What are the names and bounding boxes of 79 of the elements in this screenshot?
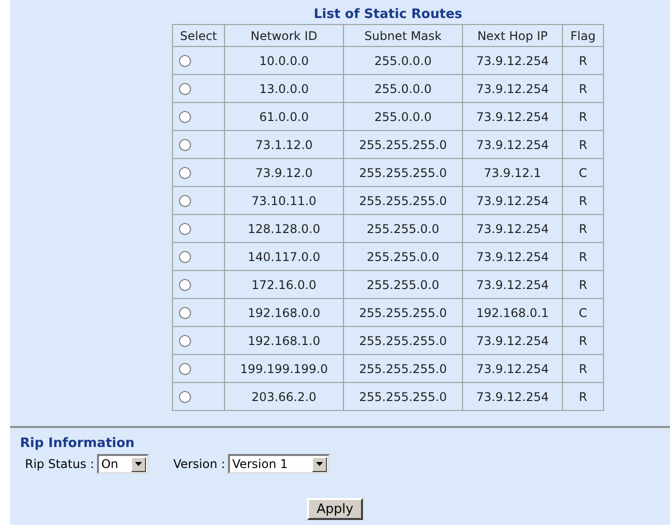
table-cell: 255.0.0.0 (344, 102, 462, 130)
table-cell: R (562, 130, 604, 158)
dropdown[interactable]: On (97, 454, 150, 474)
table-cell: 73.9.12.254 (462, 382, 562, 410)
table-cell: R (562, 326, 604, 354)
section-title: Rip Information (20, 436, 136, 452)
radio-button[interactable] (179, 306, 191, 318)
table-cell: 73.9.12.254 (462, 270, 562, 298)
radio-button[interactable] (179, 54, 191, 66)
radio-button[interactable] (179, 222, 191, 234)
radio-button[interactable] (179, 82, 191, 94)
table-cell: 255.255.0.0 (344, 270, 462, 298)
radio-button[interactable] (179, 110, 191, 122)
table-title: List of Static Routes (314, 6, 462, 24)
table-cell: 192.168.0.1 (462, 298, 562, 326)
column-header: Network ID (224, 24, 344, 46)
table-cell: R (562, 186, 604, 214)
apply-button[interactable]: Apply (306, 498, 364, 520)
table-cell: 73.9.12.254 (462, 130, 562, 158)
table-cell: 255.255.255.0 (344, 382, 462, 410)
table-cell: R (562, 270, 604, 298)
table-cell: 255.255.0.0 (344, 214, 462, 242)
field-label: Version : (173, 456, 226, 473)
table-cell: R (562, 214, 604, 242)
table-cell: 73.9.12.1 (462, 158, 562, 186)
field-label: Rip Status : (25, 456, 94, 473)
table-cell: 73.9.12.254 (462, 46, 562, 74)
table-cell: 255.255.255.0 (344, 326, 462, 354)
table-cell: R (562, 74, 604, 102)
table-cell: 73.9.12.254 (462, 74, 562, 102)
column-header: Subnet Mask (344, 24, 462, 46)
table-cell: 128.128.0.0 (224, 214, 344, 242)
table-cell: 13.0.0.0 (224, 74, 344, 102)
radio-button[interactable] (179, 390, 191, 402)
table-cell: 73.9.12.254 (462, 242, 562, 270)
table-cell: R (562, 102, 604, 130)
caret-icon (312, 456, 328, 472)
column-header: Flag (562, 24, 604, 46)
table-cell: 255.255.255.0 (344, 354, 462, 382)
table-cell: 172.16.0.0 (224, 270, 344, 298)
table-cell: 255.255.255.0 (344, 298, 462, 326)
radio-button[interactable] (179, 166, 191, 178)
column-header: Next Hop IP (462, 24, 562, 46)
table-cell: R (562, 242, 604, 270)
table-cell: 255.255.0.0 (344, 242, 462, 270)
table-cell: 73.1.12.0 (224, 130, 344, 158)
table-cell: C (562, 158, 604, 186)
radio-button[interactable] (179, 278, 191, 290)
radio-button[interactable] (179, 334, 191, 346)
table-cell: 255.255.255.0 (344, 130, 462, 158)
table-cell: R (562, 354, 604, 382)
table-cell: 73.9.12.254 (462, 214, 562, 242)
table-cell: C (562, 298, 604, 326)
table-cell: 10.0.0.0 (224, 46, 344, 74)
dropdown[interactable]: Version 1 (228, 454, 330, 474)
table-cell: 61.0.0.0 (224, 102, 344, 130)
table-cell: 192.168.0.0 (224, 298, 344, 326)
caret-icon (131, 456, 146, 472)
table-cell: 255.255.255.0 (344, 158, 462, 186)
table-cell: R (562, 382, 604, 410)
table-cell: 73.9.12.254 (462, 102, 562, 130)
table-cell: 73.9.12.254 (462, 354, 562, 382)
table-cell: 73.10.11.0 (224, 186, 344, 214)
table-cell: 203.66.2.0 (224, 382, 344, 410)
column-header: Select (172, 24, 224, 46)
table-cell: 73.9.12.0 (224, 158, 344, 186)
table-cell: 255.0.0.0 (344, 74, 462, 102)
radio-button[interactable] (179, 194, 191, 206)
table-cell: 140.117.0.0 (224, 242, 344, 270)
table-cell: R (562, 46, 604, 74)
radio-button[interactable] (179, 362, 191, 374)
table-cell: 73.9.12.254 (462, 186, 562, 214)
radio-button[interactable] (179, 250, 191, 262)
table-cell: 199.199.199.0 (224, 354, 344, 382)
table-cell: 255.255.255.0 (344, 186, 462, 214)
table-cell: 192.168.1.0 (224, 326, 344, 354)
table-cell: 73.9.12.254 (462, 326, 562, 354)
table-cell: 255.0.0.0 (344, 46, 462, 74)
radio-button[interactable] (179, 138, 191, 150)
